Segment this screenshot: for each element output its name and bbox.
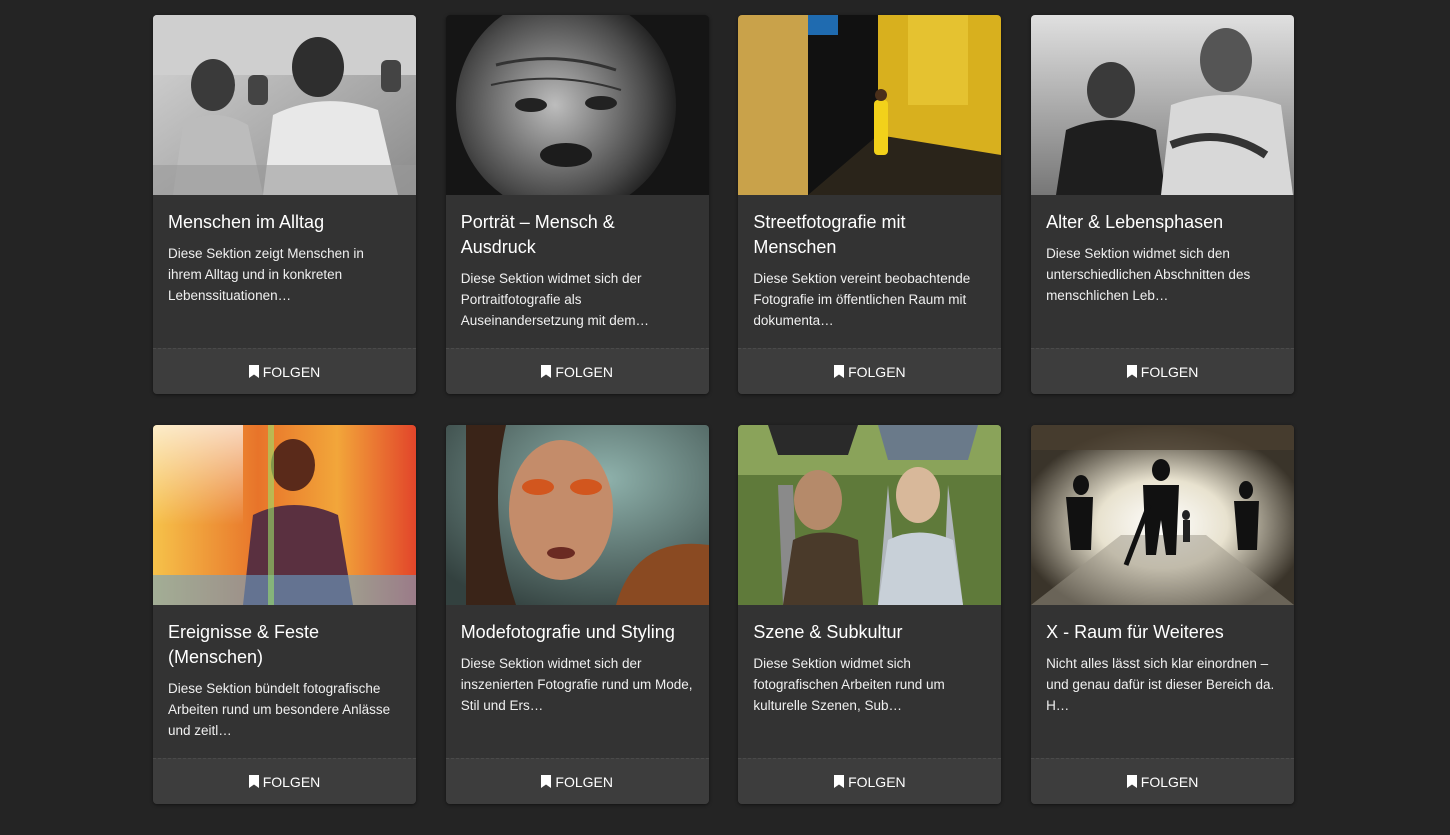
bookmark-icon <box>248 775 259 788</box>
bookmark-icon <box>541 365 552 378</box>
follow-label: FOLGEN <box>555 363 613 380</box>
section-grid: Menschen im Alltag Diese Sektion zeigt M… <box>153 15 1295 804</box>
section-card[interactable]: X - Raum für Weiteres Nicht alles lässt … <box>1031 425 1295 804</box>
section-card[interactable]: Porträt – Mensch & Ausdruck Diese Sektio… <box>445 15 709 394</box>
follow-label: FOLGEN <box>848 363 906 380</box>
follow-button[interactable]: FOLGEN <box>738 348 1002 394</box>
follow-button[interactable]: FOLGEN <box>445 348 709 394</box>
card-title[interactable]: Menschen im Alltag <box>168 210 401 235</box>
card-image[interactable] <box>1031 425 1295 605</box>
card-image[interactable] <box>738 15 1002 195</box>
follow-label: FOLGEN <box>848 773 906 790</box>
bookmark-icon <box>1126 365 1137 378</box>
follow-label: FOLGEN <box>555 773 613 790</box>
card-image[interactable] <box>1031 15 1295 195</box>
card-description: Nicht alles lässt sich klar einordnen – … <box>1046 656 1275 713</box>
follow-button[interactable]: FOLGEN <box>153 758 416 804</box>
bookmark-icon <box>834 365 845 378</box>
card-title[interactable]: Porträt – Mensch & Ausdruck <box>461 210 694 260</box>
follow-button[interactable]: FOLGEN <box>1031 758 1295 804</box>
follow-button[interactable]: FOLGEN <box>738 758 1002 804</box>
card-image[interactable] <box>445 425 709 605</box>
card-description: Diese Sektion widmet sich der inszeniert… <box>460 656 693 713</box>
follow-label: FOLGEN <box>262 773 321 790</box>
card-description: Diese Sektion widmet sich den unterschie… <box>1046 246 1251 303</box>
card-image[interactable] <box>445 15 709 195</box>
bookmark-icon <box>248 365 259 378</box>
card-description: Diese Sektion widmet sich fotografischen… <box>753 656 945 713</box>
card-image[interactable] <box>738 425 1002 605</box>
follow-label: FOLGEN <box>262 363 321 380</box>
card-title[interactable]: Alter & Lebensphasen <box>1046 210 1279 235</box>
card-description: Diese Sektion zeigt Menschen in ihrem Al… <box>168 246 364 303</box>
card-description: Diese Sektion widmet sich der Portraitfo… <box>460 271 650 328</box>
card-title[interactable]: Ereignisse & Feste (Menschen) <box>168 620 401 670</box>
follow-button[interactable]: FOLGEN <box>445 758 709 804</box>
card-title[interactable]: Modefotografie und Styling <box>461 620 694 645</box>
follow-label: FOLGEN <box>1140 773 1199 790</box>
section-card[interactable]: Modefotografie und Styling Diese Sektion… <box>445 425 709 804</box>
card-image[interactable] <box>153 425 416 605</box>
bookmark-icon <box>541 775 552 788</box>
card-title[interactable]: X - Raum für Weiteres <box>1046 620 1279 645</box>
section-card[interactable]: Szene & Subkultur Diese Sektion widmet s… <box>738 425 1002 804</box>
section-card[interactable]: Alter & Lebensphasen Diese Sektion widme… <box>1031 15 1295 394</box>
bookmark-icon <box>1126 775 1137 788</box>
section-card[interactable]: Streetfotografie mit Menschen Diese Sekt… <box>738 15 1002 394</box>
section-card[interactable]: Menschen im Alltag Diese Sektion zeigt M… <box>153 15 416 394</box>
card-title[interactable]: Szene & Subkultur <box>753 620 986 645</box>
follow-button[interactable]: FOLGEN <box>1031 348 1295 394</box>
follow-button[interactable]: FOLGEN <box>153 348 416 394</box>
follow-label: FOLGEN <box>1140 363 1199 380</box>
section-card[interactable]: Ereignisse & Feste (Menschen) Diese Sekt… <box>153 425 416 804</box>
card-description: Diese Sektion bündelt fotografische Arbe… <box>168 681 391 738</box>
card-description: Diese Sektion vereint beobachtende Fotog… <box>753 271 971 328</box>
card-title[interactable]: Streetfotografie mit Menschen <box>753 210 986 260</box>
bookmark-icon <box>834 775 845 788</box>
card-image[interactable] <box>153 15 416 195</box>
